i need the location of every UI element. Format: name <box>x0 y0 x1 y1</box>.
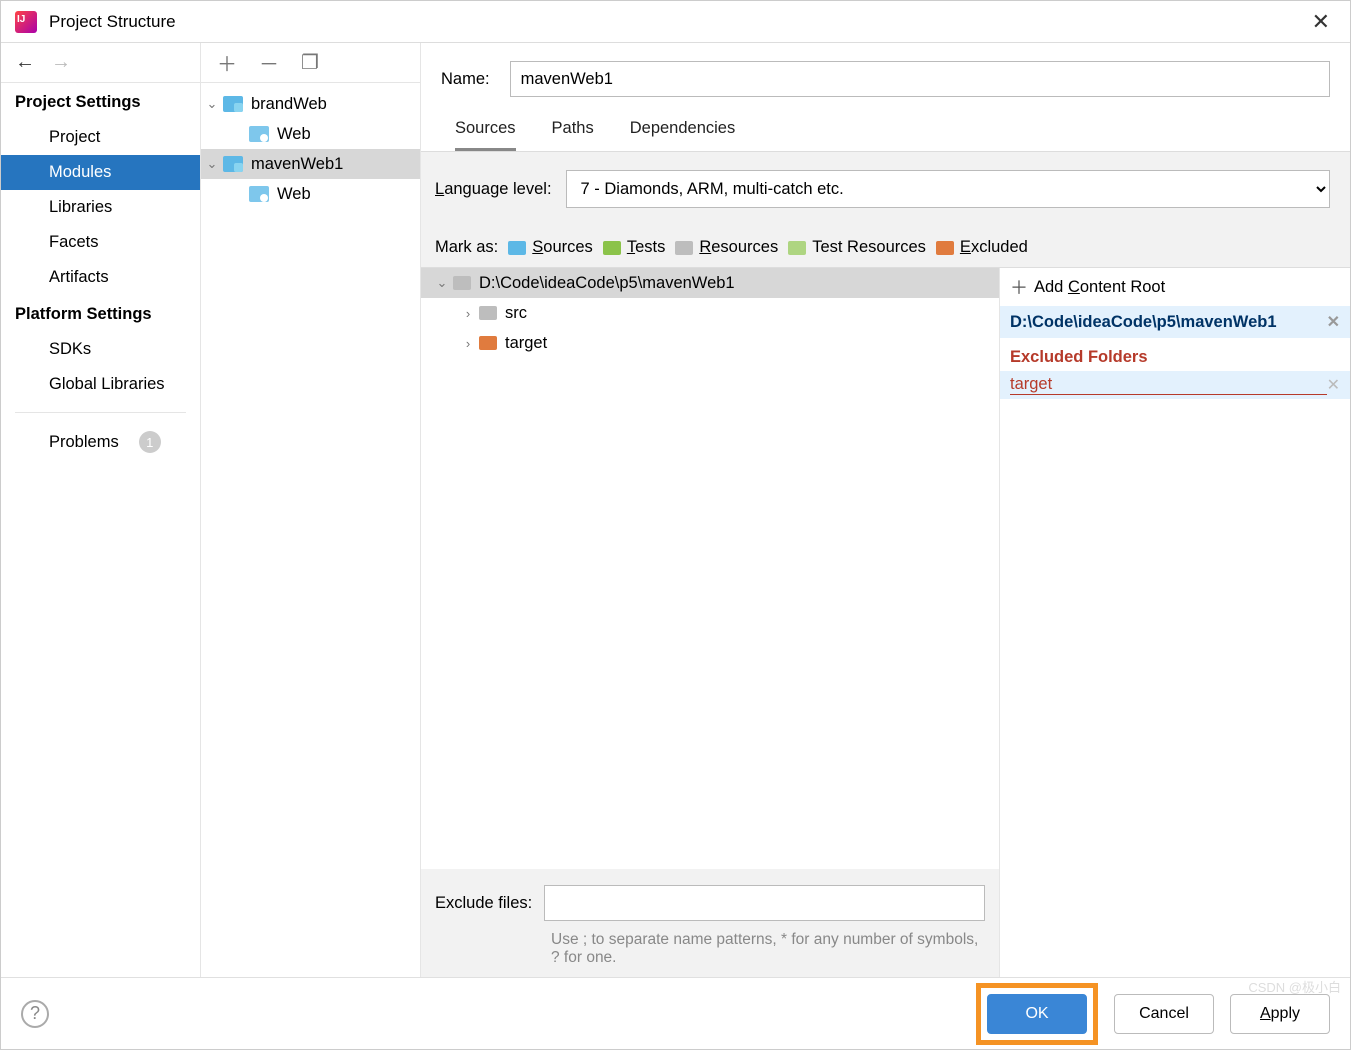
web-facet-icon <box>249 126 269 142</box>
nav-back-icon[interactable]: ← <box>15 51 35 74</box>
facet-label: Web <box>277 125 311 144</box>
folder-icon <box>479 306 497 320</box>
nav-problems-label: Problems <box>49 433 119 452</box>
module-icon <box>223 96 243 112</box>
module-name-input[interactable] <box>510 61 1330 97</box>
nav-divider <box>15 412 186 413</box>
help-icon[interactable]: ? <box>21 1000 49 1028</box>
content-root-label: D:\Code\ideaCode\p5\mavenWeb1 <box>1010 313 1277 332</box>
nav-sdks[interactable]: SDKs <box>1 332 200 367</box>
folder-label: target <box>505 334 547 353</box>
excluded-folder-name: target <box>1010 375 1327 395</box>
chevron-right-icon[interactable] <box>457 306 479 321</box>
excluded-folders-header: Excluded Folders <box>1000 338 1350 371</box>
name-label: Name: <box>441 70 490 89</box>
mark-test-resources-button[interactable]: Test Resources <box>788 238 926 257</box>
module-brandweb[interactable]: brandWeb <box>201 89 420 119</box>
folder-icon <box>479 336 497 350</box>
module-label: brandWeb <box>251 95 327 114</box>
module-mavenweb1[interactable]: mavenWeb1 <box>201 149 420 179</box>
ok-highlight: OK <box>976 983 1098 1045</box>
language-level-label: Language level: <box>435 180 552 199</box>
nav-artifacts[interactable]: Artifacts <box>1 260 200 295</box>
excluded-folder-icon <box>936 241 954 255</box>
remove-root-icon[interactable]: ✕ <box>1327 312 1340 332</box>
module-icon <box>223 156 243 172</box>
sources-folder-icon <box>508 241 526 255</box>
plus-icon: ＋ <box>1010 274 1028 300</box>
apply-button[interactable]: Apply <box>1230 994 1330 1034</box>
window-title: Project Structure <box>49 12 1306 32</box>
nav-project[interactable]: Project <box>1 120 200 155</box>
title-bar: Project Structure ✕ <box>1 1 1350 43</box>
module-content: Name: Sources Paths Dependencies Languag… <box>421 43 1350 977</box>
ok-button[interactable]: OK <box>987 994 1087 1034</box>
facet-web-brandweb[interactable]: Web <box>201 119 420 149</box>
close-icon[interactable]: ✕ <box>1306 9 1336 35</box>
exclude-files-label: Exclude files: <box>435 894 532 913</box>
mark-sources-button[interactable]: Sources <box>508 238 593 257</box>
nav-libraries[interactable]: Libraries <box>1 190 200 225</box>
excluded-folder-item[interactable]: target ✕ <box>1000 371 1350 399</box>
chevron-down-icon[interactable] <box>201 156 223 172</box>
content-root-row[interactable]: D:\Code\ideaCode\p5\mavenWeb1 <box>421 268 999 298</box>
nav-modules[interactable]: Modules <box>1 155 200 190</box>
exclude-files-input[interactable] <box>544 885 985 921</box>
dialog-footer: ? OK Cancel Apply <box>1 977 1350 1049</box>
facet-web-mavenweb1[interactable]: Web <box>201 179 420 209</box>
nav-facets[interactable]: Facets <box>1 225 200 260</box>
chevron-right-icon[interactable] <box>457 336 479 351</box>
folder-src[interactable]: src <box>421 298 999 328</box>
add-content-root-button[interactable]: ＋ Add Content Root <box>1000 268 1350 306</box>
resources-folder-icon <box>675 241 693 255</box>
mark-tests-button[interactable]: Tests <box>603 238 666 257</box>
web-facet-icon <box>249 186 269 202</box>
mark-resources-button[interactable]: Resources <box>675 238 778 257</box>
mark-excluded-button[interactable]: Excluded <box>936 238 1028 257</box>
tests-folder-icon <box>603 241 621 255</box>
chevron-down-icon[interactable] <box>431 275 453 291</box>
facet-label: Web <box>277 185 311 204</box>
problems-count-badge: 1 <box>139 431 161 453</box>
tab-sources[interactable]: Sources <box>455 113 516 151</box>
folder-icon <box>453 276 471 290</box>
language-level-select[interactable]: 7 - Diamonds, ARM, multi-catch etc. <box>566 170 1330 208</box>
tab-paths[interactable]: Paths <box>552 113 594 151</box>
folder-target[interactable]: target <box>421 328 999 358</box>
settings-nav: ← → Project Settings Project Modules Lib… <box>1 43 201 977</box>
remove-excluded-icon[interactable]: ✕ <box>1327 375 1340 395</box>
exclude-files-hint: Use ; to separate name patterns, * for a… <box>435 921 985 967</box>
tab-dependencies[interactable]: Dependencies <box>630 113 736 151</box>
nav-global-libraries[interactable]: Global Libraries <box>1 367 200 402</box>
remove-module-icon[interactable]: － <box>259 48 279 77</box>
mark-as-label: Mark as: <box>435 238 498 257</box>
module-label: mavenWeb1 <box>251 155 343 174</box>
nav-forward-icon[interactable]: → <box>51 51 71 74</box>
chevron-down-icon[interactable] <box>201 96 223 112</box>
modules-tree-panel: ＋ － ❐ brandWeb Web mavenWeb1 <box>201 43 421 977</box>
watermark: CSDN @极小白 <box>1248 977 1341 996</box>
copy-module-icon[interactable]: ❐ <box>301 50 319 75</box>
cancel-button[interactable]: Cancel <box>1114 994 1214 1034</box>
test-resources-folder-icon <box>788 241 806 255</box>
folder-label: src <box>505 304 527 323</box>
section-project-settings: Project Settings <box>1 83 200 120</box>
nav-problems[interactable]: Problems 1 <box>1 423 200 461</box>
add-module-icon[interactable]: ＋ <box>217 48 237 77</box>
content-root-path: D:\Code\ideaCode\p5\mavenWeb1 <box>479 274 735 293</box>
section-platform-settings: Platform Settings <box>1 295 200 332</box>
content-root-entry[interactable]: D:\Code\ideaCode\p5\mavenWeb1 ✕ <box>1000 306 1350 338</box>
app-icon <box>15 11 37 33</box>
